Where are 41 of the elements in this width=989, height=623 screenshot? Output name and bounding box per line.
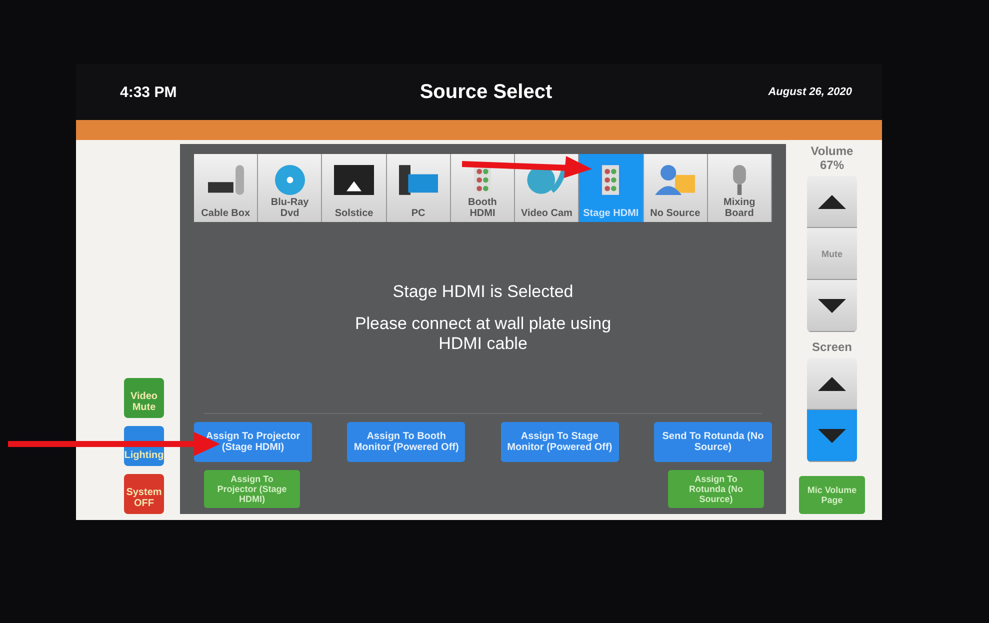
page-title: Source Select xyxy=(420,80,552,104)
volume-up-button[interactable] xyxy=(807,176,857,228)
mic-volume-button[interactable]: Mic Volume Page xyxy=(799,476,865,514)
up-arrow-icon xyxy=(817,194,847,210)
screen-down-button[interactable] xyxy=(807,410,857,462)
status-heading: Stage HDMI is Selected xyxy=(392,282,574,302)
date-text: August 26, 2020 xyxy=(767,86,852,98)
control-button[interactable]: System OFF xyxy=(124,474,164,514)
volume-label: Volume xyxy=(810,144,854,158)
screen-icon xyxy=(334,165,374,195)
source-tab[interactable]: Stage HDMI xyxy=(579,154,644,222)
disc-icon xyxy=(274,165,305,195)
assign-button[interactable]: Assign To Rotunda (No Source) xyxy=(668,470,764,508)
microphone-icon xyxy=(732,165,746,195)
source-tab[interactable]: Blu-Ray Dvd xyxy=(258,154,322,222)
assign-button[interactable]: Send To Rotunda (No Source) xyxy=(654,422,772,462)
source-tab[interactable]: No Source xyxy=(644,154,708,222)
clock-time: 4:33 PM xyxy=(120,84,178,100)
remote-icon xyxy=(208,165,244,195)
source-tab[interactable]: Cable Box xyxy=(194,154,258,222)
computer-icon xyxy=(398,165,438,195)
up-arrow-icon xyxy=(817,376,847,392)
source-tab[interactable]: PC xyxy=(386,154,451,222)
mute-button[interactable]: Mute xyxy=(807,228,857,280)
assign-button[interactable]: Assign To Projector (Stage HDMI) xyxy=(194,422,312,462)
screen-up-button[interactable] xyxy=(807,358,857,410)
instruction-text: Please connect at wall plate using HDMI cable xyxy=(354,314,612,354)
assign-button[interactable]: Assign To Projector (Stage HDMI) xyxy=(204,470,300,508)
source-tab[interactable]: Booth HDMI xyxy=(450,154,516,222)
connector-plate-icon xyxy=(602,165,620,195)
assign-button[interactable]: Assign To Booth Monitor (Powered Off) xyxy=(347,422,466,462)
control-button[interactable]: Video Mute xyxy=(124,378,164,418)
down-arrow-icon xyxy=(817,428,847,444)
source-tab[interactable]: Mixing Board xyxy=(708,154,772,222)
volume-reading: 67% xyxy=(820,158,844,172)
assign-button[interactable]: Assign To Stage Monitor (Powered Off) xyxy=(500,422,619,462)
volume-down-button[interactable] xyxy=(807,280,857,332)
person-icon xyxy=(655,165,696,195)
screen-label: Screen xyxy=(812,340,852,354)
source-tab[interactable]: Solstice xyxy=(322,154,387,222)
down-arrow-icon xyxy=(817,298,847,314)
